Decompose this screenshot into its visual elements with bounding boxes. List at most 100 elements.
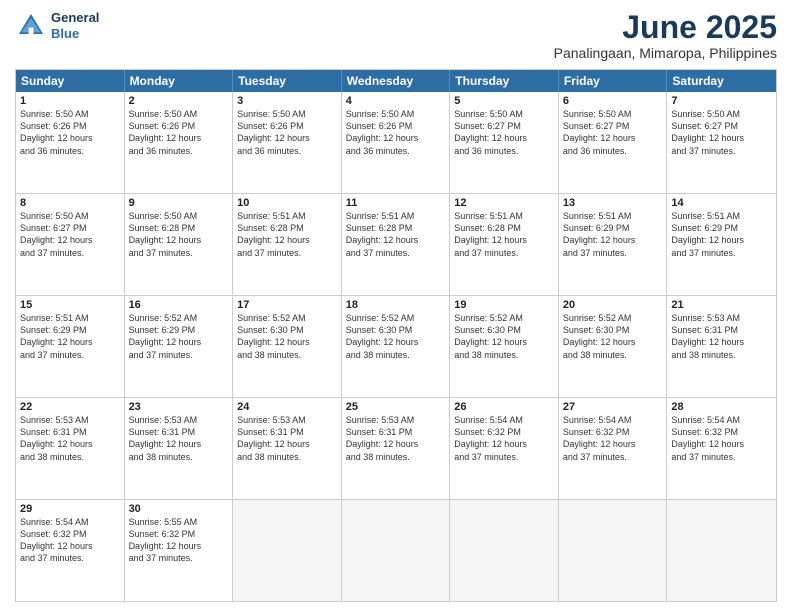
day-number: 13 [563, 197, 663, 209]
day-number: 25 [346, 401, 446, 413]
calendar-cell: 7Sunrise: 5:50 AM Sunset: 6:27 PM Daylig… [667, 92, 776, 193]
calendar-row-4: 22Sunrise: 5:53 AM Sunset: 6:31 PM Dayli… [16, 397, 776, 499]
calendar-row-2: 8Sunrise: 5:50 AM Sunset: 6:27 PM Daylig… [16, 193, 776, 295]
cell-info: Sunrise: 5:52 AM Sunset: 6:30 PM Dayligh… [563, 312, 663, 361]
cell-info: Sunrise: 5:52 AM Sunset: 6:30 PM Dayligh… [454, 312, 554, 361]
logo: General Blue [15, 10, 99, 42]
calendar-cell: 26Sunrise: 5:54 AM Sunset: 6:32 PM Dayli… [450, 398, 559, 499]
cell-info: Sunrise: 5:51 AM Sunset: 6:29 PM Dayligh… [563, 210, 663, 259]
logo-text: General Blue [51, 10, 99, 41]
cell-info: Sunrise: 5:53 AM Sunset: 6:31 PM Dayligh… [20, 414, 120, 463]
cell-info: Sunrise: 5:50 AM Sunset: 6:26 PM Dayligh… [346, 108, 446, 157]
calendar-cell: 22Sunrise: 5:53 AM Sunset: 6:31 PM Dayli… [16, 398, 125, 499]
day-number: 28 [671, 401, 772, 413]
calendar-cell: 17Sunrise: 5:52 AM Sunset: 6:30 PM Dayli… [233, 296, 342, 397]
day-number: 3 [237, 95, 337, 107]
day-number: 7 [671, 95, 772, 107]
day-number: 26 [454, 401, 554, 413]
cell-info: Sunrise: 5:52 AM Sunset: 6:29 PM Dayligh… [129, 312, 229, 361]
day-number: 12 [454, 197, 554, 209]
cell-info: Sunrise: 5:50 AM Sunset: 6:27 PM Dayligh… [20, 210, 120, 259]
calendar-cell: 29Sunrise: 5:54 AM Sunset: 6:32 PM Dayli… [16, 500, 125, 601]
calendar-cell: 10Sunrise: 5:51 AM Sunset: 6:28 PM Dayli… [233, 194, 342, 295]
day-number: 10 [237, 197, 337, 209]
calendar: Sunday Monday Tuesday Wednesday Thursday… [15, 69, 777, 602]
cell-info: Sunrise: 5:50 AM Sunset: 6:26 PM Dayligh… [20, 108, 120, 157]
calendar-cell [559, 500, 668, 601]
calendar-cell: 11Sunrise: 5:51 AM Sunset: 6:28 PM Dayli… [342, 194, 451, 295]
cell-info: Sunrise: 5:53 AM Sunset: 6:31 PM Dayligh… [129, 414, 229, 463]
title-block: June 2025 Panalingaan, Mimaropa, Philipp… [554, 10, 777, 61]
calendar-cell: 6Sunrise: 5:50 AM Sunset: 6:27 PM Daylig… [559, 92, 668, 193]
cell-info: Sunrise: 5:53 AM Sunset: 6:31 PM Dayligh… [346, 414, 446, 463]
day-number: 17 [237, 299, 337, 311]
calendar-row-3: 15Sunrise: 5:51 AM Sunset: 6:29 PM Dayli… [16, 295, 776, 397]
day-number: 2 [129, 95, 229, 107]
day-number: 21 [671, 299, 772, 311]
cell-info: Sunrise: 5:50 AM Sunset: 6:27 PM Dayligh… [563, 108, 663, 157]
cell-info: Sunrise: 5:54 AM Sunset: 6:32 PM Dayligh… [20, 516, 120, 565]
day-number: 22 [20, 401, 120, 413]
header: General Blue June 2025 Panalingaan, Mima… [15, 10, 777, 61]
header-saturday: Saturday [667, 70, 776, 92]
calendar-cell: 1Sunrise: 5:50 AM Sunset: 6:26 PM Daylig… [16, 92, 125, 193]
cell-info: Sunrise: 5:54 AM Sunset: 6:32 PM Dayligh… [671, 414, 772, 463]
cell-info: Sunrise: 5:51 AM Sunset: 6:29 PM Dayligh… [20, 312, 120, 361]
calendar-cell: 24Sunrise: 5:53 AM Sunset: 6:31 PM Dayli… [233, 398, 342, 499]
month-title: June 2025 [554, 10, 777, 45]
calendar-cell: 19Sunrise: 5:52 AM Sunset: 6:30 PM Dayli… [450, 296, 559, 397]
cell-info: Sunrise: 5:54 AM Sunset: 6:32 PM Dayligh… [563, 414, 663, 463]
day-number: 4 [346, 95, 446, 107]
calendar-cell: 14Sunrise: 5:51 AM Sunset: 6:29 PM Dayli… [667, 194, 776, 295]
calendar-cell: 4Sunrise: 5:50 AM Sunset: 6:26 PM Daylig… [342, 92, 451, 193]
calendar-cell: 25Sunrise: 5:53 AM Sunset: 6:31 PM Dayli… [342, 398, 451, 499]
calendar-cell: 8Sunrise: 5:50 AM Sunset: 6:27 PM Daylig… [16, 194, 125, 295]
cell-info: Sunrise: 5:51 AM Sunset: 6:28 PM Dayligh… [237, 210, 337, 259]
calendar-cell: 12Sunrise: 5:51 AM Sunset: 6:28 PM Dayli… [450, 194, 559, 295]
calendar-cell [667, 500, 776, 601]
day-number: 27 [563, 401, 663, 413]
day-number: 16 [129, 299, 229, 311]
cell-info: Sunrise: 5:55 AM Sunset: 6:32 PM Dayligh… [129, 516, 229, 565]
calendar-cell: 28Sunrise: 5:54 AM Sunset: 6:32 PM Dayli… [667, 398, 776, 499]
cell-info: Sunrise: 5:54 AM Sunset: 6:32 PM Dayligh… [454, 414, 554, 463]
header-monday: Monday [125, 70, 234, 92]
calendar-cell: 21Sunrise: 5:53 AM Sunset: 6:31 PM Dayli… [667, 296, 776, 397]
calendar-row-1: 1Sunrise: 5:50 AM Sunset: 6:26 PM Daylig… [16, 92, 776, 193]
logo-icon [15, 10, 47, 42]
calendar-page: General Blue June 2025 Panalingaan, Mima… [0, 0, 792, 612]
day-number: 23 [129, 401, 229, 413]
calendar-cell [233, 500, 342, 601]
day-number: 19 [454, 299, 554, 311]
cell-info: Sunrise: 5:53 AM Sunset: 6:31 PM Dayligh… [671, 312, 772, 361]
calendar-header: Sunday Monday Tuesday Wednesday Thursday… [16, 70, 776, 92]
day-number: 14 [671, 197, 772, 209]
location-subtitle: Panalingaan, Mimaropa, Philippines [554, 45, 777, 61]
cell-info: Sunrise: 5:53 AM Sunset: 6:31 PM Dayligh… [237, 414, 337, 463]
cell-info: Sunrise: 5:50 AM Sunset: 6:26 PM Dayligh… [129, 108, 229, 157]
calendar-cell: 5Sunrise: 5:50 AM Sunset: 6:27 PM Daylig… [450, 92, 559, 193]
header-wednesday: Wednesday [342, 70, 451, 92]
cell-info: Sunrise: 5:50 AM Sunset: 6:27 PM Dayligh… [454, 108, 554, 157]
day-number: 11 [346, 197, 446, 209]
calendar-cell: 3Sunrise: 5:50 AM Sunset: 6:26 PM Daylig… [233, 92, 342, 193]
day-number: 29 [20, 503, 120, 515]
calendar-cell: 18Sunrise: 5:52 AM Sunset: 6:30 PM Dayli… [342, 296, 451, 397]
day-number: 18 [346, 299, 446, 311]
calendar-cell [342, 500, 451, 601]
calendar-cell: 13Sunrise: 5:51 AM Sunset: 6:29 PM Dayli… [559, 194, 668, 295]
day-number: 8 [20, 197, 120, 209]
calendar-cell: 20Sunrise: 5:52 AM Sunset: 6:30 PM Dayli… [559, 296, 668, 397]
day-number: 5 [454, 95, 554, 107]
calendar-cell: 9Sunrise: 5:50 AM Sunset: 6:28 PM Daylig… [125, 194, 234, 295]
calendar-row-5: 29Sunrise: 5:54 AM Sunset: 6:32 PM Dayli… [16, 499, 776, 601]
calendar-body: 1Sunrise: 5:50 AM Sunset: 6:26 PM Daylig… [16, 92, 776, 601]
calendar-cell: 27Sunrise: 5:54 AM Sunset: 6:32 PM Dayli… [559, 398, 668, 499]
header-sunday: Sunday [16, 70, 125, 92]
cell-info: Sunrise: 5:50 AM Sunset: 6:26 PM Dayligh… [237, 108, 337, 157]
day-number: 6 [563, 95, 663, 107]
calendar-cell: 16Sunrise: 5:52 AM Sunset: 6:29 PM Dayli… [125, 296, 234, 397]
day-number: 30 [129, 503, 229, 515]
header-tuesday: Tuesday [233, 70, 342, 92]
cell-info: Sunrise: 5:51 AM Sunset: 6:28 PM Dayligh… [346, 210, 446, 259]
